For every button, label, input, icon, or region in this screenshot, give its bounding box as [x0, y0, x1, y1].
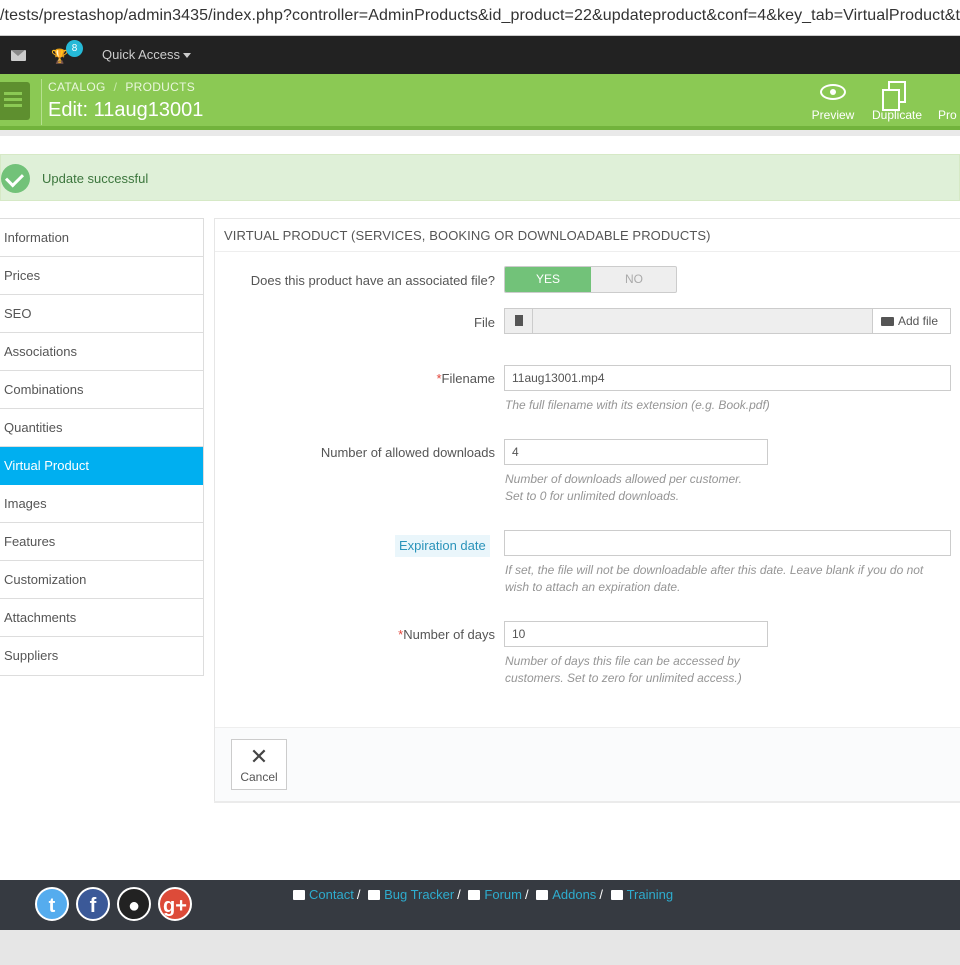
book-icon	[610, 890, 623, 900]
success-alert: Update successful	[0, 154, 960, 201]
days-label: *Number of days	[215, 627, 495, 642]
associated-file-label: Does this product have an associated fil…	[250, 273, 495, 288]
tab-information[interactable]: Information	[0, 219, 203, 257]
filename-label: *Filename	[215, 371, 495, 386]
switch-yes[interactable]: YES	[505, 267, 591, 292]
tab-seo[interactable]: SEO	[0, 295, 203, 333]
add-file-button[interactable]: Add file	[872, 309, 950, 333]
file-icon	[505, 309, 533, 333]
catalog-icon	[0, 82, 30, 120]
days-input[interactable]: 10	[504, 621, 768, 647]
header-shadow	[0, 130, 960, 136]
file-upload-field[interactable]: Add file	[504, 308, 951, 334]
footer-separator: /	[524, 887, 529, 902]
days-help-line2: customers. Set to zero for unlimited acc…	[505, 671, 742, 685]
folder-open-icon	[881, 317, 894, 326]
filename-label-text: Filename	[441, 371, 495, 386]
tab-associations[interactable]: Associations	[0, 333, 203, 371]
github-icon[interactable]: ●	[117, 887, 151, 921]
breadcrumb-products[interactable]: PRODUCTS	[125, 80, 195, 94]
tab-suppliers[interactable]: Suppliers	[0, 637, 203, 675]
expiration-help-line1: If set, the file will not be downloadabl…	[505, 563, 924, 577]
tab-quantities[interactable]: Quantities	[0, 409, 203, 447]
footer-separator: /	[356, 887, 361, 902]
downloads-help-line1: Number of downloads allowed per customer…	[505, 472, 743, 486]
days-help: Number of days this file can be accessed…	[505, 653, 742, 687]
cancel-label: Cancel	[240, 770, 278, 784]
facebook-icon[interactable]: f	[76, 887, 110, 921]
close-icon: ✕	[249, 744, 269, 769]
envelope-icon[interactable]	[11, 50, 26, 61]
associated-file-switch[interactable]: YES NO	[504, 266, 677, 293]
tab-customization[interactable]: Customization	[0, 561, 203, 599]
tab-combinations[interactable]: Combinations	[0, 371, 203, 409]
footer-links: Contact / Bug Tracker / Forum / Addons / Tra…	[293, 887, 673, 902]
forum-link[interactable]: Forum	[484, 887, 522, 902]
downloads-label: Number of allowed downloads	[320, 445, 495, 460]
footer-separator: /	[599, 887, 603, 902]
breadcrumb-catalog[interactable]: CATALOG	[48, 80, 106, 94]
file-label: File	[474, 315, 495, 330]
expiration-date-input[interactable]	[504, 530, 951, 556]
product-tabs-sidebar: Information Prices SEO Associations Comb…	[0, 218, 204, 676]
tab-virtual-product[interactable]: Virtual Product	[0, 447, 203, 485]
bug-icon	[368, 890, 381, 900]
page-header: CATALOG / PRODUCTS Edit: 11aug13001 Previe…	[0, 74, 960, 130]
page-title: Edit: 11aug13001	[48, 99, 204, 121]
copy-icon	[882, 81, 906, 111]
header-divider	[41, 79, 42, 125]
twitter-icon[interactable]: t	[35, 887, 69, 921]
expiration-help-line2: wish to attach an expiration date.	[505, 580, 681, 594]
eye-icon	[820, 84, 846, 100]
product-sheet-button[interactable]: Pro	[938, 78, 960, 122]
virtual-product-panel: VIRTUAL PRODUCT (SERVICES, BOOKING OR DO…	[214, 218, 960, 801]
footer-separator: /	[457, 887, 461, 902]
comments-icon	[468, 890, 481, 900]
caret-down-icon	[183, 53, 192, 59]
alert-message: Update successful	[42, 171, 149, 186]
notification-badge: 8	[66, 40, 83, 57]
check-circle-icon	[1, 164, 30, 193]
days-help-line1: Number of days this file can be accessed…	[505, 654, 740, 668]
downloads-help: Number of downloads allowed per customer…	[505, 471, 742, 505]
downloads-help-line2: Set to 0 for unlimited downloads.	[505, 489, 680, 503]
expiration-help: If set, the file will not be downloadabl…	[505, 562, 923, 596]
address-bar-url: /tests/prestashop/admin3435/index.php?co…	[0, 7, 960, 24]
panel-footer: ✕ Cancel	[215, 727, 960, 801]
duplicate-button[interactable]: Duplicate	[870, 78, 924, 122]
bug-tracker-link[interactable]: Bug Tracker	[384, 887, 454, 902]
preview-button[interactable]: Preview	[811, 78, 855, 122]
product-sheet-label: Pro	[938, 108, 957, 122]
preview-label: Preview	[811, 108, 855, 122]
expiration-date-label: Expiration date	[395, 535, 490, 557]
panel-heading: VIRTUAL PRODUCT (SERVICES, BOOKING OR DO…	[215, 219, 960, 252]
google-plus-icon[interactable]: g+	[158, 887, 192, 921]
days-label-text: Number of days	[403, 627, 495, 642]
quick-access-label: Quick Access	[102, 47, 181, 62]
tab-prices[interactable]: Prices	[0, 257, 203, 295]
filename-help: The full filename with its extension (e.…	[505, 398, 770, 412]
page-bottom	[0, 930, 960, 965]
product-sheet-icon	[938, 78, 960, 106]
admin-footer: t f ● g+ Contact / Bug Tracker / Forum / Ad…	[0, 880, 960, 930]
filename-input[interactable]: 11aug13001.mp4	[504, 365, 951, 391]
add-file-label: Add file	[898, 314, 939, 328]
breadcrumb: CATALOG / PRODUCTS	[48, 80, 195, 94]
tab-features[interactable]: Features	[0, 523, 203, 561]
contact-link[interactable]: Contact	[309, 887, 354, 902]
quick-access-dropdown[interactable]: Quick Access	[102, 47, 192, 62]
training-link[interactable]: Training	[627, 887, 673, 902]
trophy-icon[interactable]: 🏆	[51, 48, 68, 64]
cancel-button[interactable]: ✕ Cancel	[231, 739, 287, 790]
switch-no[interactable]: NO	[591, 267, 676, 292]
downloads-input[interactable]: 4	[504, 439, 768, 465]
tab-attachments[interactable]: Attachments	[0, 599, 203, 637]
envelope-icon	[293, 890, 305, 900]
admin-top-nav: 🏆 8 Quick Access	[0, 36, 960, 74]
breadcrumb-separator: /	[113, 80, 118, 94]
address-bar[interactable]: /tests/prestashop/admin3435/index.php?co…	[0, 0, 960, 36]
addons-link[interactable]: Addons	[552, 887, 596, 902]
tab-images[interactable]: Images	[0, 485, 203, 523]
puzzle-icon	[536, 890, 549, 900]
